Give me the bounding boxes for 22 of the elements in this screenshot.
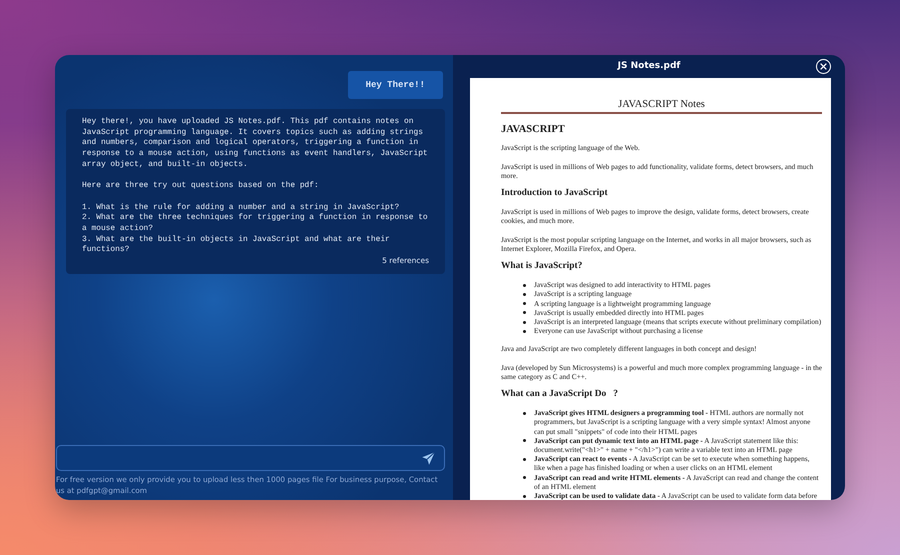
- bullet-icon: [523, 292, 526, 296]
- bullet-icon: [523, 284, 526, 287]
- send-icon[interactable]: [421, 450, 436, 466]
- bullet-icon: [523, 476, 526, 480]
- document-heading: JAVASCRIPT: [501, 125, 566, 134]
- user-message: Hey There!!: [348, 71, 443, 99]
- close-button[interactable]: [816, 59, 831, 74]
- document-title: JAVASCRIPT Notes: [501, 88, 822, 114]
- close-icon: [820, 63, 827, 70]
- bullet-icon: [523, 330, 526, 333]
- viewer-title: JS Notes.pdf: [618, 61, 680, 71]
- bullet-icon: [523, 458, 526, 461]
- bullet-icon: [523, 412, 526, 415]
- document-heading: What is JavaScript?: [501, 262, 584, 272]
- bullet-icon: [523, 494, 526, 498]
- bullet-icon: [523, 320, 526, 324]
- message-input[interactable]: [56, 445, 445, 471]
- document-heading: Introduction to JavaScript: [501, 189, 609, 198]
- bullet-icon: [523, 311, 526, 314]
- bullet-icon: [523, 439, 526, 442]
- document-heading: What can a JavaScript Do ?: [501, 390, 619, 400]
- bullet-icon: [523, 302, 526, 306]
